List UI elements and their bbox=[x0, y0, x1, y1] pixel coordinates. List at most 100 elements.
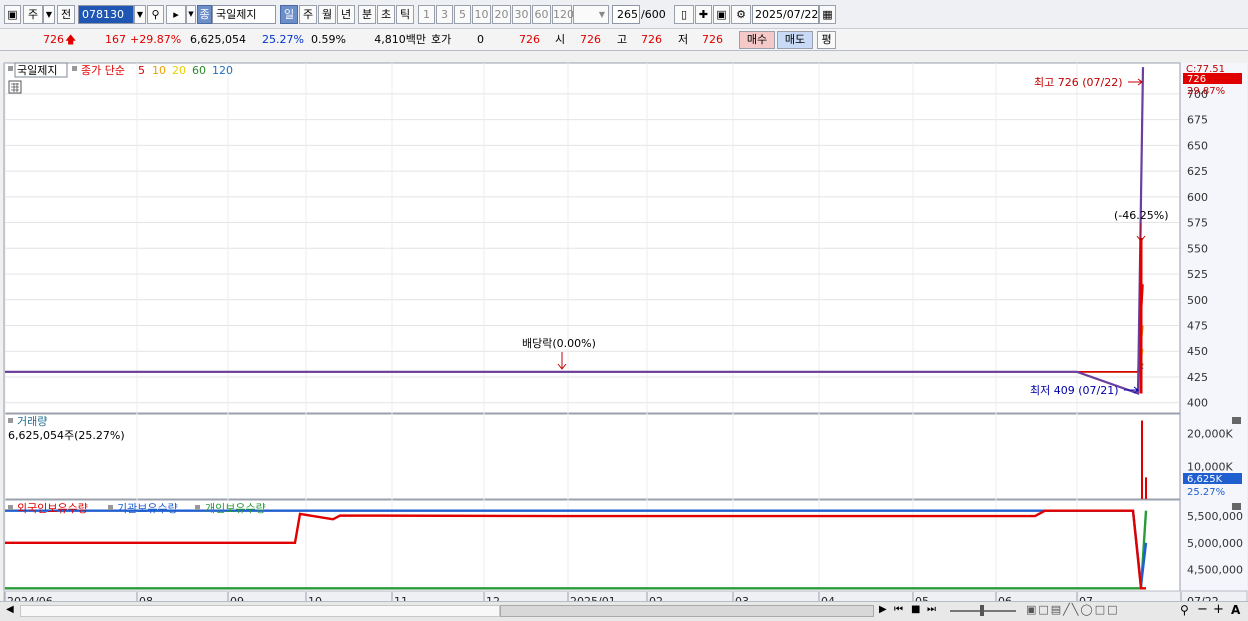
price-tick-label: 450 bbox=[1187, 345, 1208, 358]
period-year[interactable]: 년 bbox=[337, 5, 355, 24]
main-toolbar: ▣ 주 ▼ 전 078130 ▼ ⚲ ▸ ▼ 종 국일제지 일 주 월 년 분 … bbox=[0, 0, 1248, 29]
price-panel bbox=[3, 62, 1181, 414]
period-second[interactable]: 초 bbox=[377, 5, 395, 24]
stop-icon[interactable]: ■ bbox=[911, 604, 920, 615]
zoom-out-icon[interactable]: − bbox=[1197, 602, 1208, 617]
price-tick-label: 400 bbox=[1187, 397, 1208, 410]
last-icon[interactable]: ⏭ bbox=[927, 604, 936, 615]
layout-icon[interactable]: ▣ bbox=[4, 5, 21, 24]
volume-tick-label: 20,000K bbox=[1187, 428, 1233, 441]
price-tick-label: 650 bbox=[1187, 139, 1208, 152]
price-tag-value: 726 bbox=[1187, 74, 1206, 85]
high-annotation: 최고 726 (07/22) bbox=[1034, 76, 1123, 89]
dividend-annotation: 배당락(0.00%) bbox=[522, 337, 596, 350]
legend-ma-5: 5 bbox=[138, 64, 145, 77]
drawing-tools-icon[interactable]: ▣□▤╱╲◯□□ bbox=[1026, 603, 1120, 616]
high-value: 726 bbox=[641, 33, 662, 46]
period-day[interactable]: 일 bbox=[280, 5, 298, 24]
high-label: 고 bbox=[617, 33, 628, 46]
bid-label: 호가 bbox=[431, 33, 452, 46]
calendar-icon[interactable]: ▦ bbox=[819, 5, 836, 24]
gear-icon[interactable]: ⚙ bbox=[731, 5, 751, 24]
zoom-slider-handle[interactable] bbox=[980, 605, 984, 616]
eval-button[interactable]: 평 bbox=[817, 31, 836, 49]
prev-button[interactable]: 전 bbox=[57, 5, 75, 24]
legend-institution[interactable]: 기관보유수량 bbox=[117, 502, 178, 515]
chevron-down-icon[interactable]: ▼ bbox=[573, 5, 609, 24]
count-total: /600 bbox=[641, 8, 666, 21]
up-arrow-icon: 🡅 bbox=[65, 33, 77, 46]
bid-price: 726 bbox=[519, 33, 540, 46]
type-select[interactable]: 주 bbox=[23, 5, 43, 24]
legend-foreign[interactable]: 외국인보유수량 bbox=[17, 502, 88, 515]
zoom-in-icon[interactable]: + bbox=[1213, 602, 1224, 617]
count-input[interactable]: 265 bbox=[612, 5, 640, 24]
bottom-scrollbar[interactable]: ◀ ▶ ⏮ ■ ⏭ ▣□▤╱╲◯□□ ⚲ − + A bbox=[0, 601, 1248, 621]
font-size-icon[interactable]: A bbox=[1231, 603, 1240, 617]
chevron-down-icon[interactable]: ▼ bbox=[186, 5, 196, 24]
period-month[interactable]: 월 bbox=[318, 5, 336, 24]
legend-ma-10: 10 bbox=[152, 64, 166, 77]
volume-panel bbox=[3, 413, 1181, 500]
price-tick-label: 525 bbox=[1187, 268, 1208, 281]
volume-tag-value: 6,625K bbox=[1187, 474, 1223, 485]
legend-stock[interactable]: 국일제지 bbox=[17, 63, 57, 77]
trade-amount: 4,810백만 bbox=[374, 33, 426, 46]
price-tick-label: 550 bbox=[1187, 242, 1208, 255]
buy-button[interactable]: 매수 bbox=[739, 31, 775, 49]
interval-30[interactable]: 30 bbox=[512, 5, 531, 24]
volume-value: 6,625,054 bbox=[190, 33, 246, 46]
scroll-left-icon[interactable]: ◀ bbox=[6, 604, 14, 615]
stock-name-field[interactable]: 국일제지 bbox=[212, 5, 276, 24]
panel-close-icon[interactable] bbox=[1232, 503, 1241, 510]
scroll-track[interactable] bbox=[20, 605, 500, 617]
date-input[interactable]: 2025/07/22 bbox=[752, 5, 819, 24]
interval-60[interactable]: 60 bbox=[532, 5, 551, 24]
low-value: 726 bbox=[702, 33, 723, 46]
sell-button[interactable]: 매도 bbox=[777, 31, 813, 49]
low-annotation: 최저 409 (07/21) bbox=[1030, 384, 1119, 397]
legend-bullet bbox=[8, 505, 13, 510]
interval-1[interactable]: 1 bbox=[418, 5, 435, 24]
holdings-tick-label: 4,500,000 bbox=[1187, 564, 1243, 577]
legend-ma-label[interactable]: 종가 단순 bbox=[81, 64, 125, 77]
volume-bar bbox=[1141, 420, 1143, 499]
legend-ma-20: 20 bbox=[172, 64, 186, 77]
chart-area[interactable]: 4004254504755005255505756006256506757001… bbox=[0, 52, 1248, 621]
legend-bullet bbox=[108, 505, 113, 510]
magnifier-icon[interactable]: ⚲ bbox=[1180, 603, 1189, 617]
chevron-down-icon[interactable]: ▼ bbox=[43, 5, 55, 24]
volume-title[interactable]: 거래량 bbox=[17, 415, 47, 428]
legend-bullet bbox=[72, 66, 77, 71]
interval-10[interactable]: 10 bbox=[472, 5, 491, 24]
price-tick-label: 575 bbox=[1187, 217, 1208, 230]
legend-bullet bbox=[195, 505, 200, 510]
holdings-tick-label: 5,500,000 bbox=[1187, 510, 1243, 523]
scroll-thumb[interactable] bbox=[500, 605, 874, 617]
open-value: 726 bbox=[580, 33, 601, 46]
candle-icon[interactable]: ▯ bbox=[674, 5, 694, 24]
scroll-right-icon[interactable]: ▶ bbox=[879, 604, 887, 615]
legend-ma-60: 60 bbox=[192, 64, 206, 77]
legend-bullet bbox=[8, 66, 13, 71]
interval-20[interactable]: 20 bbox=[492, 5, 511, 24]
first-icon[interactable]: ⏮ bbox=[894, 604, 903, 615]
period-tick[interactable]: 틱 bbox=[396, 5, 414, 24]
legend-individual[interactable]: 개인보유수량 bbox=[205, 502, 266, 515]
speaker-icon[interactable]: ▸ bbox=[166, 5, 186, 24]
save-icon[interactable]: ▣ bbox=[713, 5, 730, 24]
interval-3[interactable]: 3 bbox=[436, 5, 453, 24]
search-icon[interactable]: ⚲ bbox=[147, 5, 164, 24]
low-label: 저 bbox=[678, 33, 689, 46]
panel-close-icon[interactable] bbox=[1232, 417, 1241, 424]
volume-readout: 6,625,054주(25.27%) bbox=[8, 429, 125, 442]
chevron-down-icon[interactable]: ▼ bbox=[134, 5, 146, 24]
interval-5[interactable]: 5 bbox=[454, 5, 471, 24]
price-tick-label: 425 bbox=[1187, 371, 1208, 384]
crosshair-icon[interactable]: ✚ bbox=[695, 5, 712, 24]
price-tick-label: 475 bbox=[1187, 320, 1208, 333]
period-week[interactable]: 주 bbox=[299, 5, 317, 24]
period-minute[interactable]: 분 bbox=[358, 5, 376, 24]
interval-120[interactable]: 120 bbox=[552, 5, 574, 24]
stock-code-input[interactable]: 078130 bbox=[78, 5, 134, 24]
